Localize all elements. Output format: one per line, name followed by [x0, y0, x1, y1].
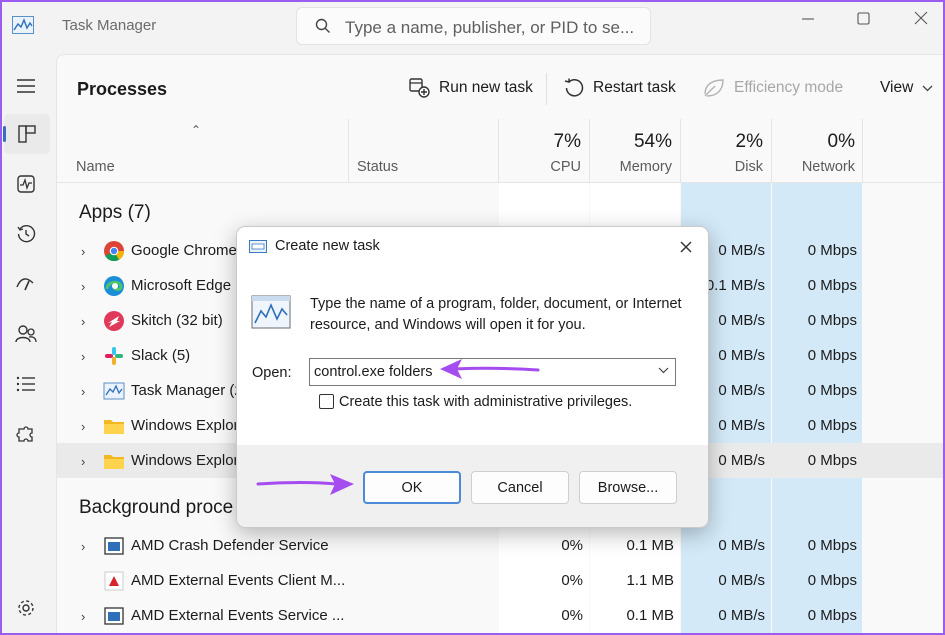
screenshot-border — [0, 0, 945, 635]
